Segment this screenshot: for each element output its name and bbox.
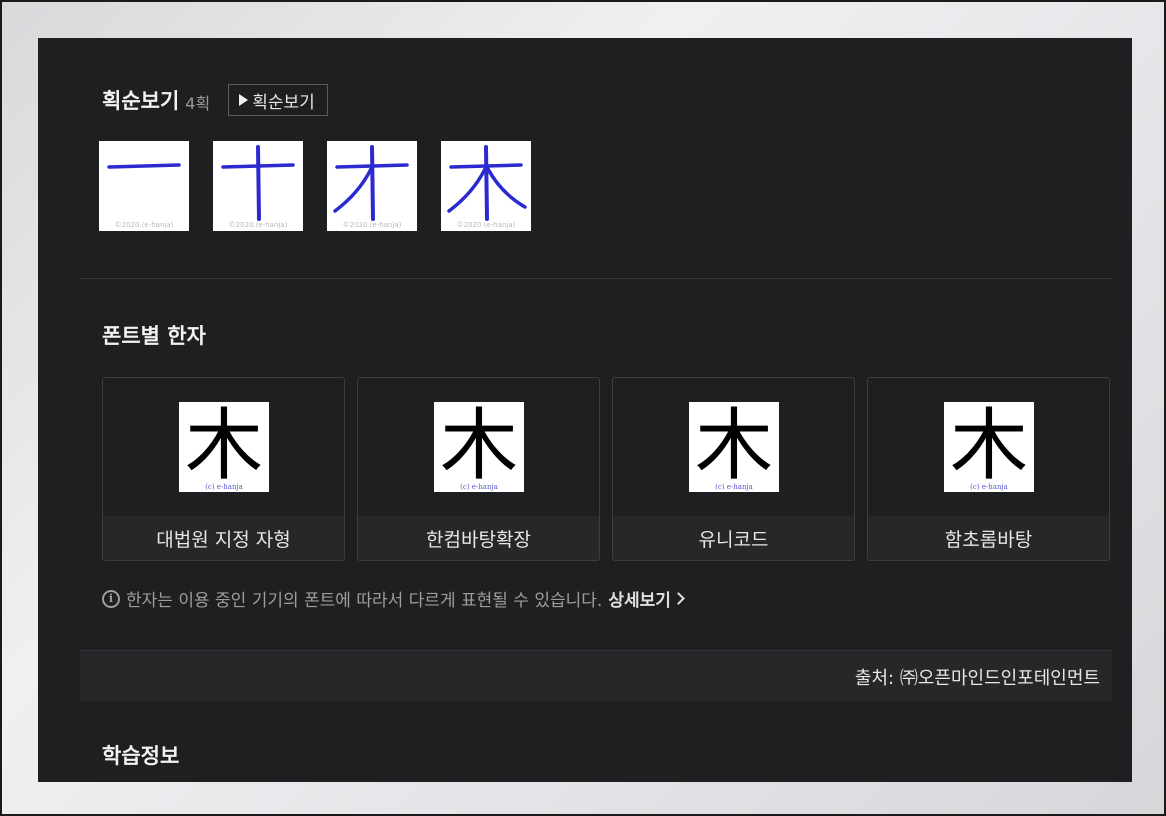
font-card-unicode[interactable]: 木 (c) e-hanja 유니코드 [612, 377, 855, 561]
glyph-character: 木 [694, 402, 773, 491]
glyph-watermark: (c) e-hanja [970, 483, 1008, 491]
stroke-order-play-button[interactable]: 획순보기 [228, 84, 328, 116]
learning-section-title: 학습정보 [102, 744, 180, 768]
glyph-watermark: (c) e-hanja [715, 483, 753, 491]
font-card-hancom-batang[interactable]: 木 (c) e-hanja 한컴바탕확장 [357, 377, 600, 561]
section-divider [80, 278, 1112, 279]
font-card-list: 木 (c) e-hanja 대법원 지정 자형 木 (c) e-hanja 한컴… [102, 377, 1110, 561]
glyph-watermark: (c) e-hanja [460, 483, 498, 491]
glyph-character: 木 [949, 402, 1028, 491]
font-card-label: 한컴바탕확장 [358, 516, 599, 560]
font-notice: i 한자는 이용 중인 기기의 폰트에 따라서 다르게 표현될 수 있습니다. … [102, 586, 685, 611]
content-panel: 획순보기 4획 획순보기 ©2020.(e-hanja) ©2020.(e-ha… [38, 38, 1132, 782]
screenshot-frame: 획순보기 4획 획순보기 ©2020.(e-hanja) ©2020.(e-ha… [0, 0, 1166, 816]
font-card-hamchorom-batang[interactable]: 木 (c) e-hanja 함초롬바탕 [867, 377, 1110, 561]
source-bar: 출처: ㈜오픈마인드인포테인먼트 [80, 650, 1112, 702]
stroke-order-title: 획순보기 [102, 89, 180, 113]
stroke-step-1: ©2020.(e-hanja) [99, 141, 189, 231]
source-text: 출처: ㈜오픈마인드인포테인먼트 [854, 667, 1100, 689]
stroke-order-header: 획순보기 4획 획순보기 [102, 82, 328, 118]
glyph-image: 木 (c) e-hanja [434, 402, 524, 492]
detail-link[interactable]: 상세보기 [608, 586, 685, 611]
glyph-image: 木 (c) e-hanja [179, 402, 269, 492]
glyph-character: 木 [439, 402, 518, 491]
glyph-watermark: (c) e-hanja [205, 483, 243, 491]
info-icon: i [102, 589, 120, 608]
stroke-order-steps: ©2020.(e-hanja) ©2020.(e-hanja) ©2020.(e… [99, 141, 531, 231]
stroke-step-3: ©2020.(e-hanja) [327, 141, 417, 231]
notice-text: 한자는 이용 중인 기기의 폰트에 따라서 다르게 표현될 수 있습니다. [126, 591, 603, 611]
play-button-label: 획순보기 [252, 92, 315, 113]
font-card-supreme-court[interactable]: 木 (c) e-hanja 대법원 지정 자형 [102, 377, 345, 561]
glyph-character: 木 [184, 402, 263, 491]
font-card-label: 대법원 지정 자형 [103, 516, 344, 560]
stroke-watermark: ©2020.(e-hanja) [456, 221, 516, 229]
stroke-count: 4획 [185, 94, 211, 113]
fonts-section-title: 폰트별 한자 [102, 324, 206, 348]
glyph-image: 木 (c) e-hanja [944, 402, 1034, 492]
stroke-step-2: ©2020.(e-hanja) [213, 141, 303, 231]
detail-link-label: 상세보기 [608, 591, 671, 611]
stroke-watermark: ©2020.(e-hanja) [342, 221, 402, 229]
glyph-image: 木 (c) e-hanja [689, 402, 779, 492]
font-card-label: 함초롬바탕 [868, 516, 1109, 560]
chevron-right-icon [672, 592, 685, 605]
stroke-step-4: ©2020.(e-hanja) [441, 141, 531, 231]
font-card-label: 유니코드 [613, 516, 854, 560]
stroke-watermark: ©2020.(e-hanja) [228, 221, 288, 229]
stroke-watermark: ©2020.(e-hanja) [114, 221, 174, 229]
play-icon [239, 94, 249, 106]
